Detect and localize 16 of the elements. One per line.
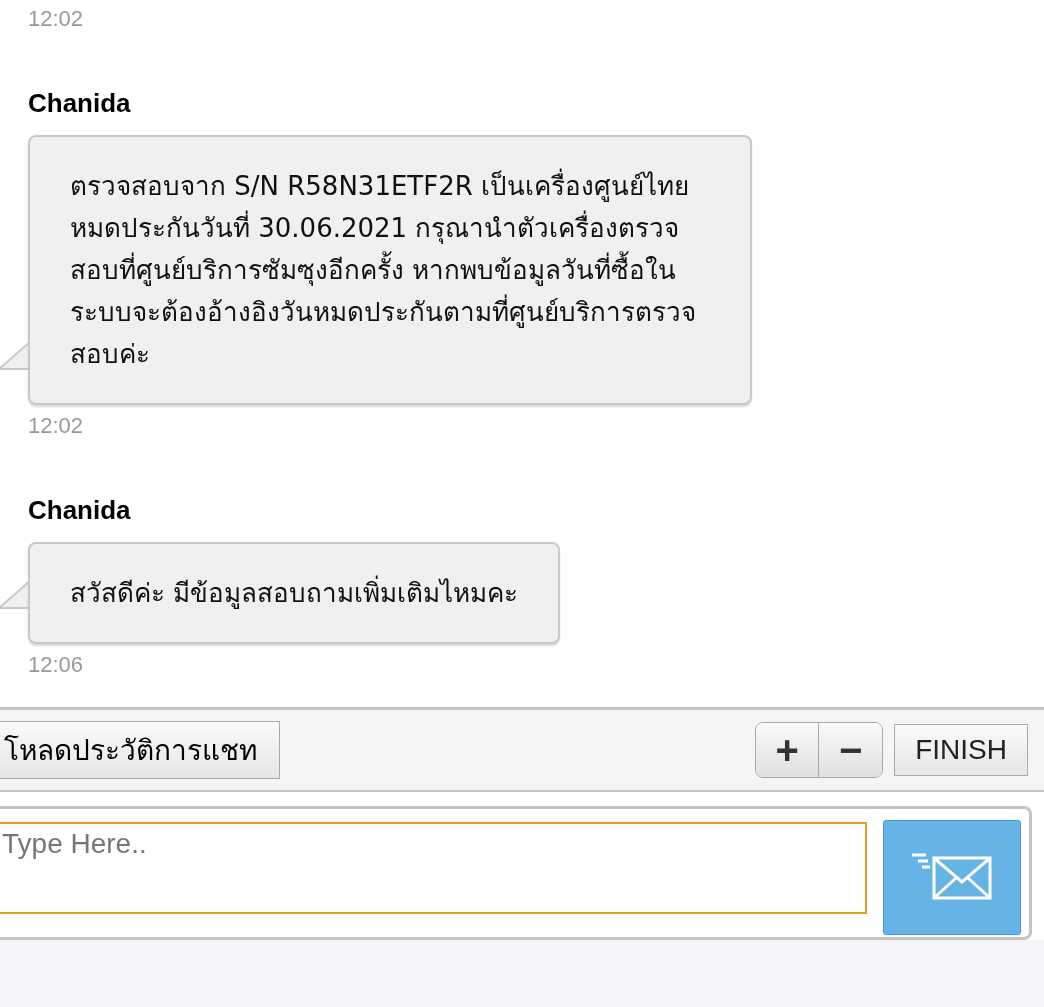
message-input[interactable]: Type Here.. <box>0 822 867 914</box>
timestamp: 12:06 <box>28 652 84 678</box>
zoom-in-button[interactable]: + <box>756 723 820 777</box>
envelope-icon <box>910 852 994 902</box>
zoom-out-button[interactable]: − <box>819 723 883 777</box>
message-bubble: สวัสดีค่ะ มีข้อมูลสอบถามเพิ่มเติมไหมคะ <box>28 542 561 644</box>
send-button[interactable] <box>883 819 1021 935</box>
message-bubble: ตรวจสอบจาก S/N R58N31ETF2R เป็นเครื่องศูนย์ไทย หมดประกันวันที่ 30.06.2021 กรุณานำตัวเครื่องตรวจสอบที่ศูนย์บริการซัมซุงอีกครั้ง หากพบข้อมูลวันที่ซื้อในระบบจะต้องอ้างอิงวันหมดประกันตามที่ศูนย์บริการตรวจสอบค่ะ <box>28 135 752 405</box>
finish-button[interactable]: FINISH <box>894 724 1028 776</box>
bubble-tail <box>0 341 30 371</box>
timestamp: 12:02 <box>28 413 84 439</box>
sender-name: Chanida <box>28 495 131 526</box>
chat-history-button[interactable]: โหลดประวัติการแชท <box>0 721 280 779</box>
timestamp: 12:02 <box>28 6 84 32</box>
bubble-tail <box>0 580 30 610</box>
sender-name: Chanida <box>28 88 131 119</box>
